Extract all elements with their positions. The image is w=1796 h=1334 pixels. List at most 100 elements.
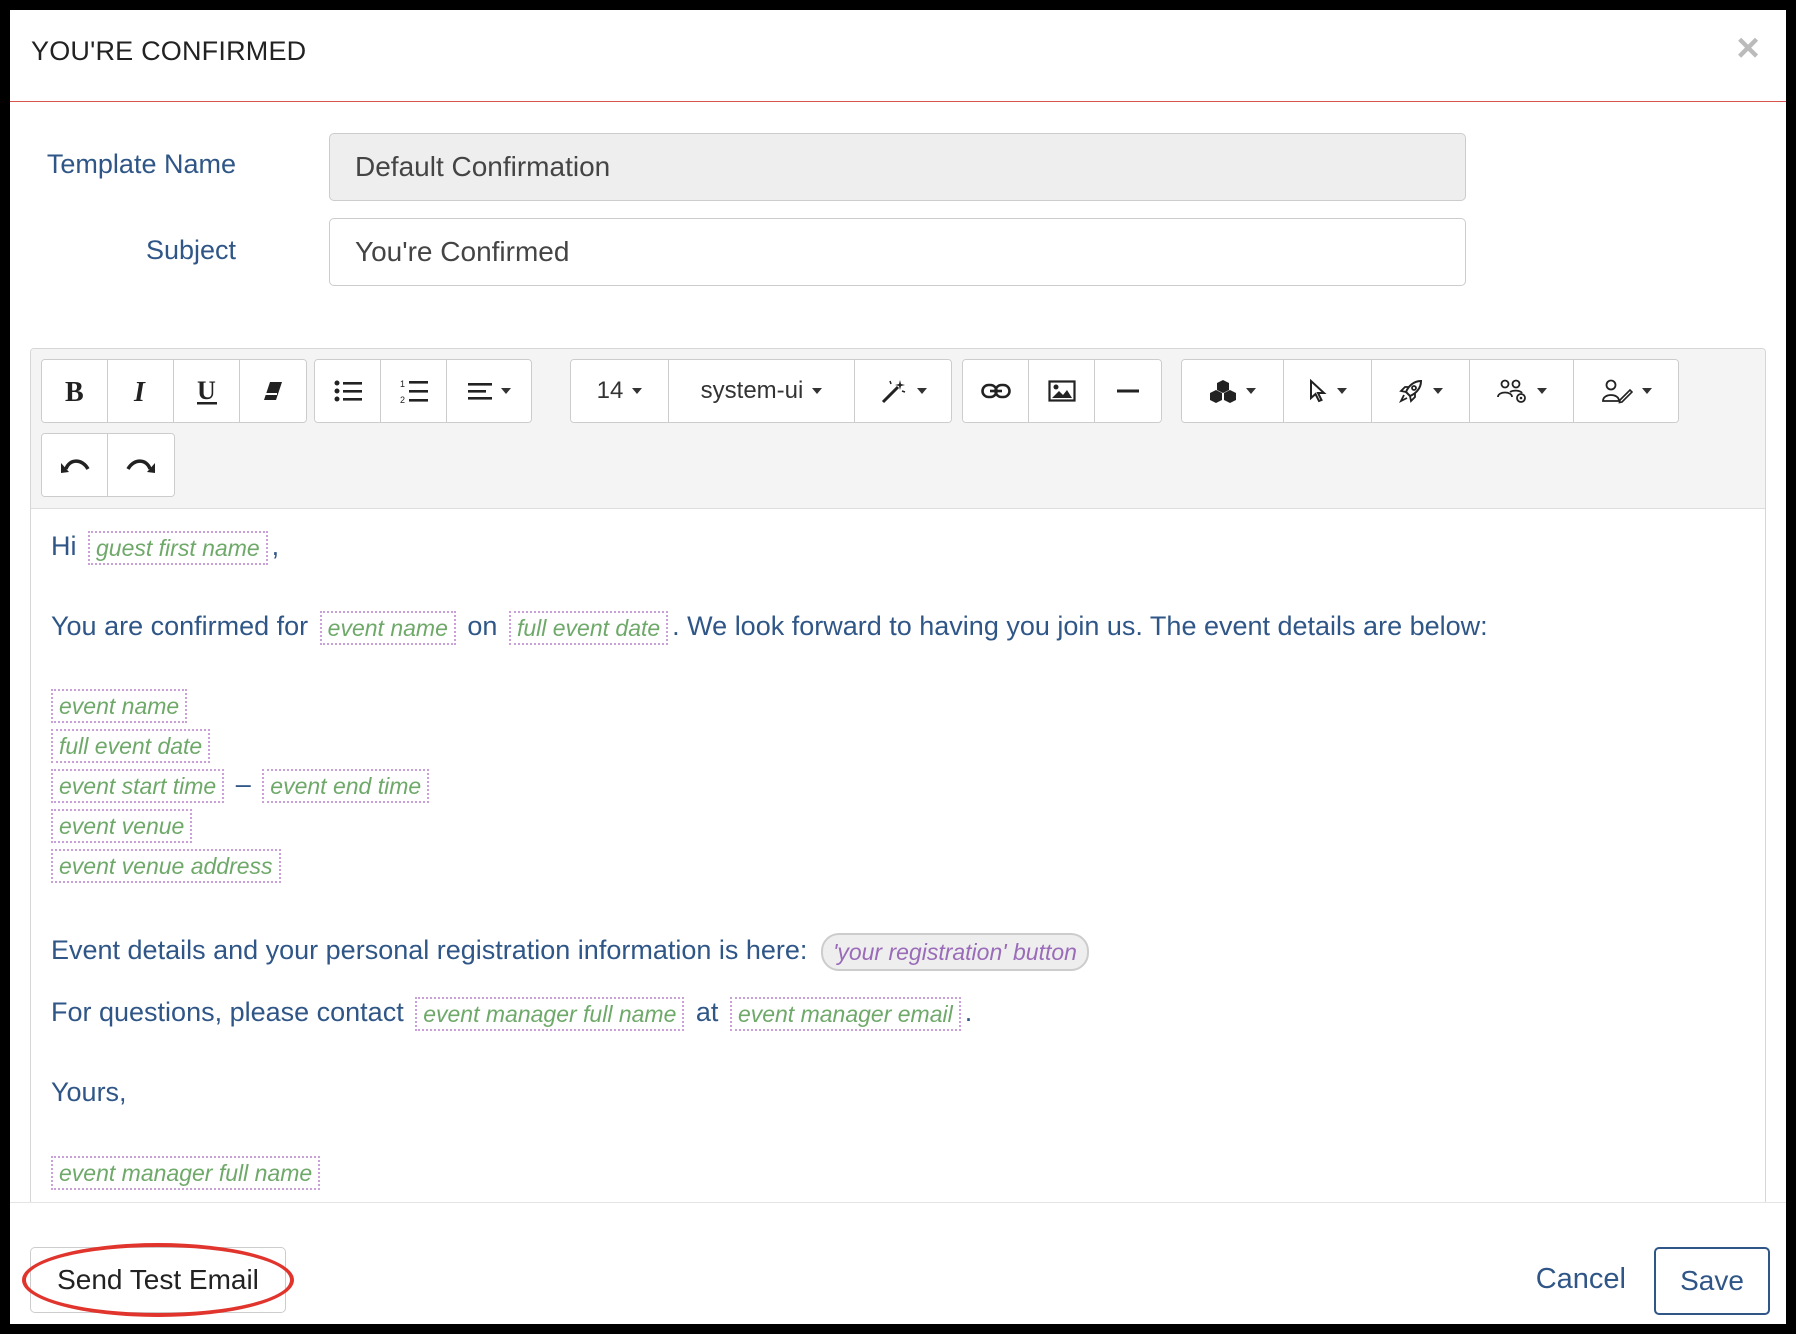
align-icon bbox=[467, 383, 492, 400]
chevron-down-icon bbox=[1537, 388, 1547, 394]
save-button[interactable]: Save bbox=[1654, 1247, 1770, 1315]
font-family-value: system-ui bbox=[700, 377, 804, 404]
bold-button[interactable]: B bbox=[42, 360, 108, 422]
rich-text-editor: B I U 12 14 system-ui Hi guest first nam… bbox=[30, 348, 1766, 1248]
merge-tag-full-event-date[interactable]: full event date bbox=[508, 611, 669, 645]
horizontal-rule-button[interactable] bbox=[1095, 360, 1161, 422]
greeting-text: Hi bbox=[51, 531, 77, 562]
confirmation-line: You are confirmed for event name on full… bbox=[51, 611, 1488, 645]
cursor-dropdown[interactable] bbox=[1284, 360, 1372, 422]
image-button[interactable] bbox=[1029, 360, 1095, 422]
template-name-label: Template Name bbox=[46, 149, 236, 179]
numbered-list-icon: 12 bbox=[400, 379, 428, 404]
registration-line: Event details and your personal registra… bbox=[51, 933, 1089, 971]
chevron-down-icon bbox=[1433, 388, 1443, 394]
style-dropdown[interactable] bbox=[855, 360, 951, 422]
questions-text: For questions, please contact bbox=[51, 997, 404, 1028]
registration-text: Event details and your personal registra… bbox=[51, 935, 808, 966]
merge-tag-event-venue-address[interactable]: event venue address bbox=[51, 849, 281, 883]
font-group: 14 system-ui bbox=[570, 359, 952, 423]
link-icon bbox=[980, 383, 1011, 399]
subject-input[interactable]: You're Confirmed bbox=[329, 218, 1466, 286]
rocket-dropdown[interactable] bbox=[1372, 360, 1470, 422]
merge-tag-event-venue[interactable]: event venue bbox=[51, 809, 193, 843]
cancel-button[interactable]: Cancel bbox=[1536, 1263, 1626, 1296]
modal-dialog: YOU'RE CONFIRMED × Template Name Default… bbox=[10, 10, 1786, 1324]
modal-header: YOU'RE CONFIRMED × bbox=[10, 10, 1786, 102]
questions-line: For questions, please contact event mana… bbox=[51, 997, 972, 1031]
undo-button[interactable] bbox=[42, 434, 108, 496]
align-dropdown[interactable] bbox=[447, 360, 531, 422]
modal-title: YOU'RE CONFIRMED bbox=[31, 36, 307, 66]
editor-content[interactable]: Hi guest first name, You are confirmed f… bbox=[31, 509, 1765, 1248]
merge-tag-event-manager-email[interactable]: event manager email bbox=[729, 997, 961, 1031]
format-group: B I U bbox=[41, 359, 307, 423]
horizontal-rule-icon bbox=[1117, 389, 1139, 393]
merge-tag-registration-button[interactable]: 'your registration' button bbox=[820, 933, 1089, 971]
merge-tag-full-event-date[interactable]: full event date bbox=[51, 729, 211, 763]
italic-icon: I bbox=[133, 378, 146, 404]
svg-text:2: 2 bbox=[400, 395, 405, 404]
detail-event-venue: event venue bbox=[51, 809, 196, 843]
period-text: . bbox=[964, 997, 973, 1028]
users-dropdown[interactable] bbox=[1470, 360, 1574, 422]
chevron-down-icon bbox=[916, 388, 927, 394]
subject-label: Subject bbox=[145, 235, 236, 265]
font-family-dropdown[interactable]: system-ui bbox=[669, 360, 855, 422]
comma-text: , bbox=[271, 531, 280, 562]
custom-group bbox=[1181, 359, 1679, 423]
merge-tag-event-end-time[interactable]: event end time bbox=[262, 769, 430, 803]
clear-format-button[interactable] bbox=[240, 360, 306, 422]
chevron-down-icon bbox=[632, 388, 643, 394]
underline-button[interactable]: U bbox=[174, 360, 240, 422]
chevron-down-icon bbox=[500, 388, 511, 394]
insert-group bbox=[962, 359, 1162, 423]
redo-button[interactable] bbox=[108, 434, 174, 496]
detail-event-date: full event date bbox=[51, 729, 214, 763]
signoff-line: Yours, bbox=[51, 1077, 127, 1108]
numbered-list-button[interactable]: 12 bbox=[381, 360, 447, 422]
merge-tag-event-start-time[interactable]: event start time bbox=[51, 769, 225, 803]
font-size-dropdown[interactable]: 14 bbox=[571, 360, 669, 422]
eraser-icon bbox=[264, 382, 282, 400]
signoff-text: Yours, bbox=[51, 1077, 127, 1107]
template-name-input[interactable]: Default Confirmation bbox=[329, 133, 1466, 201]
merge-tag-guest-first-name[interactable]: guest first name bbox=[88, 531, 268, 565]
history-group bbox=[41, 433, 175, 497]
detail-event-name: event name bbox=[51, 689, 191, 723]
blocks-dropdown[interactable] bbox=[1182, 360, 1284, 422]
image-icon bbox=[1047, 380, 1076, 402]
modal-footer: Send Test Email Cancel Save bbox=[10, 1202, 1786, 1324]
cursor-icon bbox=[1310, 379, 1327, 403]
italic-button[interactable]: I bbox=[108, 360, 174, 422]
detail-event-venue-address: event venue address bbox=[51, 849, 285, 883]
chevron-down-icon bbox=[1246, 388, 1256, 394]
merge-tag-event-manager-full-name[interactable]: event manager full name bbox=[51, 1156, 321, 1190]
signature-line: event manager full name bbox=[51, 1156, 324, 1190]
chevron-down-icon bbox=[812, 388, 823, 394]
merge-tag-event-name[interactable]: event name bbox=[51, 689, 188, 723]
magic-wand-icon bbox=[881, 380, 905, 404]
confirmation-text-end: . We look forward to having you join us.… bbox=[672, 611, 1488, 642]
list-group: 12 bbox=[314, 359, 532, 423]
svg-text:I: I bbox=[133, 378, 146, 404]
close-icon[interactable]: × bbox=[1728, 28, 1768, 68]
svg-text:1: 1 bbox=[400, 379, 405, 389]
bullet-list-button[interactable] bbox=[315, 360, 381, 422]
user-edit-icon bbox=[1601, 379, 1633, 404]
rocket-icon bbox=[1398, 379, 1423, 404]
font-size-value: 14 bbox=[596, 377, 624, 404]
chevron-down-icon bbox=[1337, 388, 1347, 394]
merge-tag-event-manager-full-name[interactable]: event manager full name bbox=[415, 997, 685, 1031]
editor-toolbar: B I U 12 14 system-ui bbox=[31, 349, 1765, 509]
send-test-email-button[interactable]: Send Test Email bbox=[30, 1247, 286, 1313]
link-button[interactable] bbox=[963, 360, 1029, 422]
dash-text: – bbox=[235, 769, 251, 800]
svg-text:B: B bbox=[65, 378, 84, 404]
user-edit-dropdown[interactable] bbox=[1574, 360, 1678, 422]
merge-tag-event-name[interactable]: event name bbox=[319, 611, 456, 645]
undo-icon bbox=[60, 459, 90, 473]
confirmation-text: You are confirmed for bbox=[51, 611, 309, 642]
bold-icon: B bbox=[65, 378, 84, 404]
chevron-down-icon bbox=[1641, 388, 1652, 394]
